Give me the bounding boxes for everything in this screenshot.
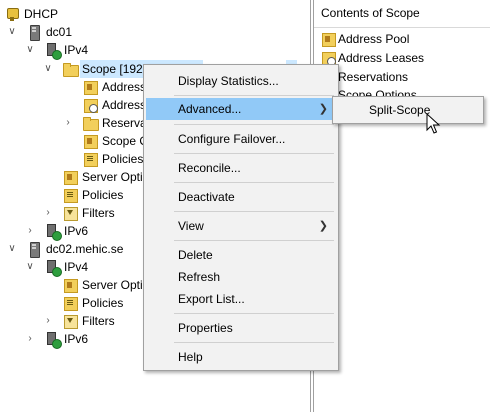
menu-item-label: Export List... (178, 292, 245, 306)
tree-node-label: Policies (102, 152, 144, 166)
tree-node-label: Scope O (102, 134, 149, 148)
menu-separator (174, 211, 334, 212)
menu-item-split-scope[interactable]: Split-Scope (335, 99, 481, 121)
tree-node-label: Filters (82, 206, 115, 220)
ipv4-icon (44, 259, 62, 277)
collapse-chevron-icon[interactable]: ∨ (42, 60, 54, 78)
menu-item-export-list[interactable]: Export List... (146, 288, 336, 310)
tree-node-label: Server Optic (82, 278, 149, 292)
tree-node-label: IPv6 (64, 224, 89, 238)
menu-separator (174, 95, 334, 96)
contents-column-header[interactable]: Contents of Scope (314, 4, 490, 28)
address-pool-icon (320, 31, 336, 47)
policies-icon (62, 295, 78, 311)
collapse-chevron-icon[interactable]: ∨ (24, 41, 36, 59)
menu-item-advanced[interactable]: Advanced... ❯ (146, 98, 336, 120)
menu-item-configure-failover[interactable]: Configure Failover... (146, 128, 336, 150)
server-options-icon (62, 169, 78, 185)
menu-item-label: Delete (178, 248, 213, 262)
collapse-chevron-icon[interactable]: ∨ (6, 23, 18, 41)
menu-item-delete[interactable]: Delete (146, 244, 336, 266)
contents-item-label: Address Leases (338, 51, 425, 65)
menu-item-label: Refresh (178, 270, 221, 284)
collapse-chevron-icon[interactable]: ∨ (6, 240, 18, 258)
submenu-arrow-icon: ❯ (318, 220, 328, 232)
tree-node-label: Address (102, 98, 147, 112)
contents-pane[interactable]: Contents of Scope Address Pool Address L… (313, 0, 490, 412)
menu-item-label: Split-Scope (369, 103, 431, 117)
menu-separator (174, 240, 334, 241)
contents-item-label: Address Pool (338, 32, 410, 46)
tree-node-label: dc02.mehic.se (46, 242, 124, 256)
tree-node-label: IPv4 (64, 43, 89, 57)
policies-icon (62, 187, 78, 203)
menu-item-reconcile[interactable]: Reconcile... (146, 157, 336, 179)
menu-separator (174, 182, 334, 183)
tree-node-label: IPv4 (64, 260, 89, 274)
tree-node-label: Reserva (102, 116, 147, 130)
menu-separator (174, 342, 334, 343)
tree-node-label: dc01 (46, 25, 73, 39)
mouse-pointer-icon (426, 113, 441, 134)
filter-icon (62, 205, 78, 221)
tree-node-label: Policies (82, 188, 124, 202)
tree-node-label: Policies (82, 296, 124, 310)
menu-item-display-statistics[interactable]: Display Statistics... (146, 70, 336, 92)
expand-chevron-icon[interactable]: › (24, 330, 36, 348)
collapse-chevron-icon[interactable]: ∨ (24, 258, 36, 276)
menu-item-label: Properties (178, 321, 233, 335)
contents-item-label: Reservations (338, 70, 409, 84)
ipv6-icon (44, 223, 62, 241)
tree-node-label: Address (102, 80, 147, 94)
server-options-icon (62, 277, 78, 293)
menu-item-refresh[interactable]: Refresh (146, 266, 336, 288)
tree-node-label: IPv6 (64, 332, 89, 346)
scope-context-menu[interactable]: Display Statistics... Advanced... ❯ Confi… (143, 64, 339, 371)
expand-chevron-icon[interactable]: › (24, 222, 36, 240)
advanced-submenu[interactable]: Split-Scope (332, 96, 484, 124)
menu-item-label: Configure Failover... (178, 132, 286, 146)
submenu-arrow-icon: ❯ (318, 103, 328, 115)
menu-item-label: Reconcile... (178, 161, 241, 175)
menu-item-label: Advanced... (178, 102, 242, 116)
ipv6-icon (44, 331, 62, 349)
scope-options-icon (82, 133, 98, 149)
menu-item-view[interactable]: View ❯ (146, 215, 336, 237)
expand-chevron-icon[interactable]: › (62, 114, 74, 132)
scope-folder-icon (62, 61, 79, 77)
menu-separator (174, 124, 334, 125)
menu-item-label: Deactivate (178, 190, 235, 204)
reservations-folder-icon (82, 115, 99, 131)
filter-icon (62, 313, 78, 329)
dhcp-icon (4, 6, 20, 22)
address-pool-icon (82, 79, 98, 95)
menu-item-deactivate[interactable]: Deactivate (146, 186, 336, 208)
server-icon (26, 241, 42, 258)
tree-node-label: Filters (82, 314, 115, 328)
menu-separator (174, 153, 334, 154)
tree-node-label: Server Optic (82, 170, 149, 184)
menu-separator (174, 313, 334, 314)
server-icon (26, 24, 42, 41)
tree-node-label: DHCP (24, 7, 59, 21)
menu-item-label: View (178, 219, 204, 233)
address-leases-icon (82, 97, 98, 113)
expand-chevron-icon[interactable]: › (42, 312, 54, 330)
menu-item-label: Help (178, 350, 203, 364)
menu-item-properties[interactable]: Properties (146, 317, 336, 339)
expand-chevron-icon[interactable]: › (42, 204, 54, 222)
menu-item-label: Display Statistics... (178, 74, 279, 88)
menu-item-help[interactable]: Help (146, 346, 336, 368)
policies-icon (82, 151, 98, 167)
ipv4-icon (44, 42, 62, 60)
